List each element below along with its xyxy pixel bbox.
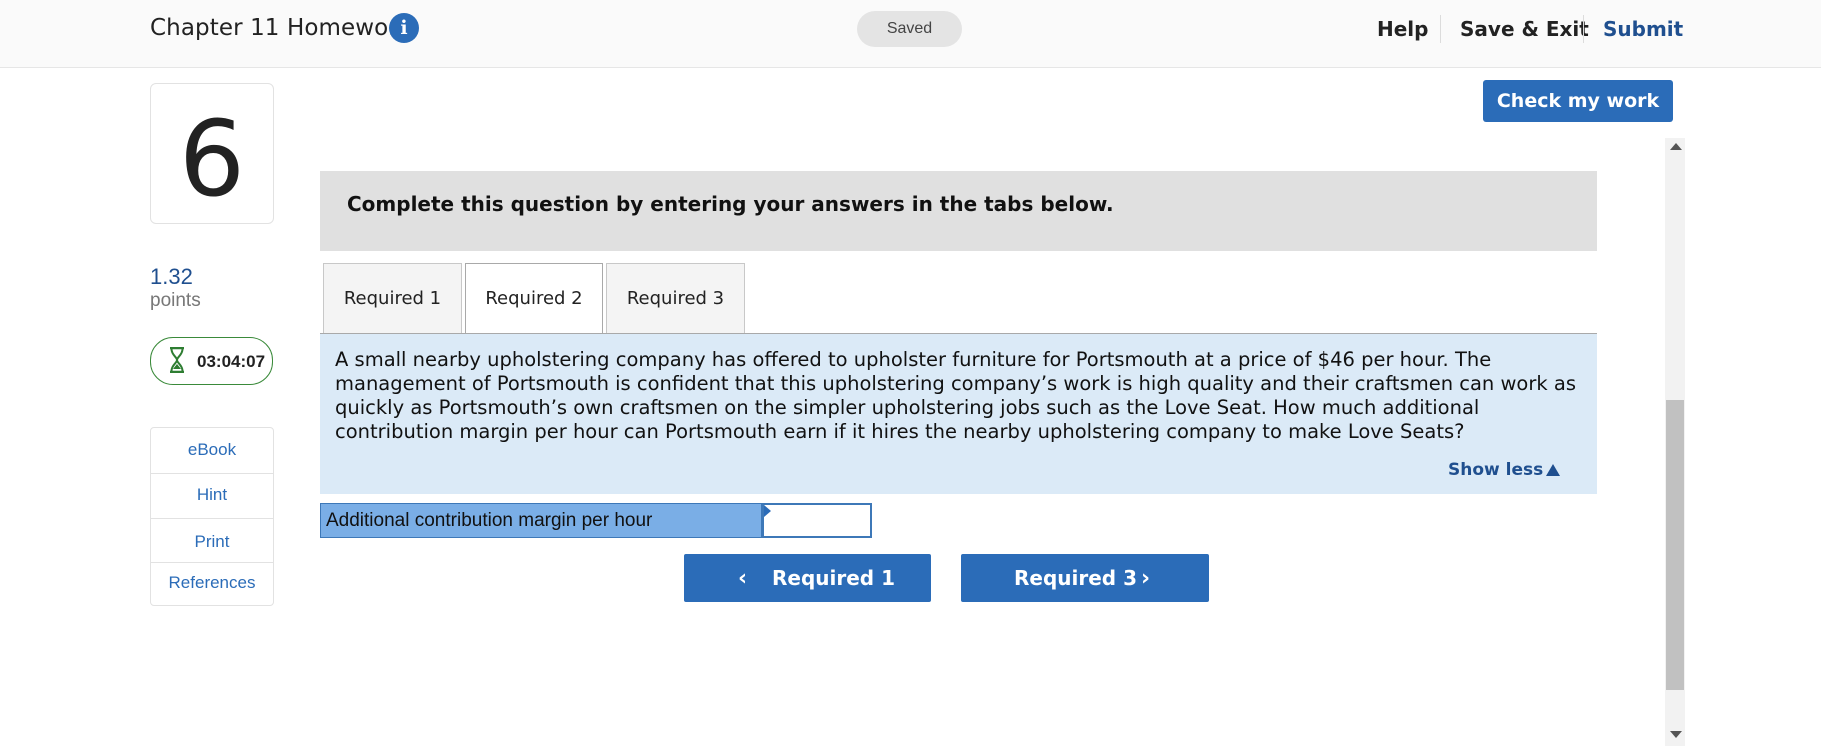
question-panel: A small nearby upholstering company has … (320, 334, 1597, 494)
check-my-work-button[interactable]: Check my work (1483, 80, 1673, 122)
show-less-link[interactable]: Show less (1448, 460, 1543, 480)
timer-value: 03:04:07 (197, 352, 266, 371)
print-link[interactable]: Print (151, 532, 273, 552)
answer-label: Additional contribution margin per hour (320, 503, 762, 538)
save-exit-link[interactable]: Save & Exit (1460, 17, 1589, 41)
input-flag-icon (764, 505, 771, 517)
tab-required-3[interactable]: Required 3 (606, 263, 745, 333)
tools-divider (151, 518, 273, 519)
header-divider (1583, 15, 1584, 43)
ebook-link[interactable]: eBook (151, 440, 273, 460)
references-link[interactable]: References (151, 573, 273, 593)
tab-required-2[interactable]: Required 2 (465, 263, 603, 335)
contribution-margin-input[interactable] (762, 503, 872, 538)
chevron-left-icon: ‹ (738, 566, 748, 591)
question-text: A small nearby upholstering company has … (335, 348, 1576, 443)
question-number-card: 6 (150, 83, 274, 224)
next-button-label: Required 3 (1014, 566, 1137, 590)
chevron-right-icon: › (1141, 566, 1151, 591)
hourglass-icon (170, 347, 184, 373)
scroll-down-icon[interactable] (1670, 731, 1682, 738)
points-label: points (150, 290, 201, 311)
header-divider (1440, 15, 1441, 43)
submit-link[interactable]: Submit (1603, 17, 1683, 41)
top-bar: Chapter 11 Homework i Saved Help Save & … (0, 0, 1821, 68)
points-value: 1.32 (150, 264, 193, 289)
saved-status-badge: Saved (857, 11, 962, 47)
scrollbar-thumb[interactable] (1666, 400, 1684, 690)
help-link[interactable]: Help (1377, 17, 1428, 41)
instructions-banner: Complete this question by entering your … (320, 171, 1597, 251)
scroll-up-icon[interactable] (1670, 143, 1682, 150)
prev-button-label: Required 1 (772, 566, 895, 590)
question-number: 6 (178, 98, 246, 220)
assignment-title: Chapter 11 Homework (150, 15, 412, 41)
prev-required-button[interactable]: ‹ Required 1 (684, 554, 931, 602)
next-required-button[interactable]: Required 3 › (961, 554, 1209, 602)
info-icon[interactable]: i (389, 13, 419, 43)
hint-link[interactable]: Hint (151, 485, 273, 505)
tab-required-1[interactable]: Required 1 (323, 263, 462, 333)
timer-badge[interactable]: 03:04:07 (150, 337, 273, 385)
tools-menu: eBook Hint Print References (150, 427, 274, 606)
tools-divider (151, 562, 273, 563)
tools-divider (151, 473, 273, 474)
caret-up-icon[interactable] (1546, 464, 1560, 476)
instructions-text: Complete this question by entering your … (347, 192, 1114, 216)
